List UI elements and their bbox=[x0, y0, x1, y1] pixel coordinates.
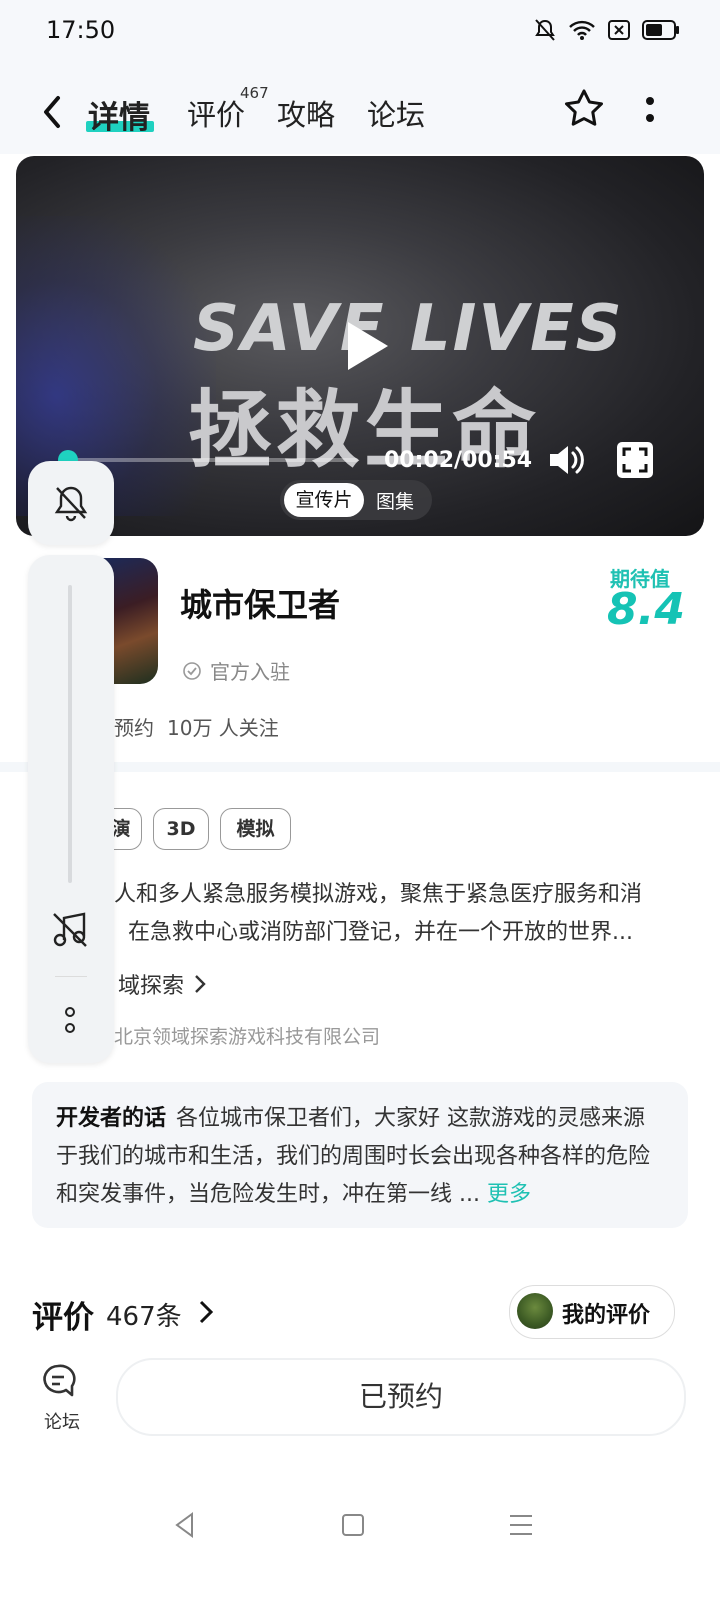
back-arrow-icon[interactable] bbox=[38, 92, 68, 132]
bell-off-icon[interactable] bbox=[52, 483, 90, 523]
developer-notes-title: 开发者的话 bbox=[56, 1106, 167, 1131]
side-panel-divider bbox=[55, 976, 87, 977]
reserved-stat: 预约 bbox=[114, 716, 154, 740]
nav-back-icon[interactable] bbox=[168, 1508, 202, 1542]
progress-track[interactable] bbox=[68, 458, 358, 462]
verified-icon bbox=[183, 661, 201, 680]
video-time: 00:02/00:54 bbox=[384, 448, 533, 473]
sim-off-icon bbox=[608, 20, 630, 40]
tab-reviews[interactable]: 评价 bbox=[187, 92, 245, 134]
floating-bell-panel[interactable] bbox=[28, 461, 114, 545]
more-dots-icon[interactable] bbox=[62, 1004, 78, 1036]
reviews-count-badge: 467 bbox=[240, 84, 269, 102]
official-label: 官方入驻 bbox=[210, 660, 290, 684]
developer-notes: 开发者的话 各位城市保卫者们，大家好 这款游戏的灵感来源于我们的城市和生活，我们的… bbox=[56, 1100, 656, 1214]
segment-trailer[interactable]: 宣传片 bbox=[284, 483, 364, 517]
expectation-score: 8.4 bbox=[607, 584, 685, 635]
star-icon[interactable] bbox=[562, 86, 606, 130]
avatar bbox=[517, 1293, 553, 1329]
volume-icon[interactable] bbox=[546, 442, 586, 478]
official-badge: 官方入驻 bbox=[182, 656, 290, 685]
status-icons bbox=[534, 18, 680, 42]
tag-3d[interactable]: 3D bbox=[153, 808, 209, 850]
wifi-icon bbox=[569, 20, 595, 40]
nav-menu-icon[interactable] bbox=[504, 1508, 538, 1542]
developer-name: 域探索 bbox=[118, 974, 185, 999]
more-link[interactable]: 更多 bbox=[487, 1182, 531, 1207]
game-description: 人和多人紧急服务模拟游戏，聚焦于紧急医疗服务和消 bbox=[114, 882, 643, 907]
tab-guides[interactable]: 攻略 bbox=[277, 92, 335, 134]
forum-icon[interactable] bbox=[40, 1362, 82, 1402]
developer-link[interactable]: 域探索 bbox=[118, 968, 206, 1000]
reviews-count[interactable]: 467条 bbox=[106, 1296, 182, 1333]
more-vertical-icon[interactable] bbox=[642, 92, 658, 128]
video-title-en: SAVE LIVES bbox=[193, 292, 624, 366]
game-description-line2: 在急救中心或消防部门登记，并在一个开放的世界... bbox=[128, 920, 633, 945]
chevron-right-icon[interactable] bbox=[198, 1298, 216, 1326]
forum-label[interactable]: 论坛 bbox=[44, 1408, 80, 1434]
reviews-title: 评价 bbox=[32, 1300, 94, 1336]
nav-home-icon[interactable] bbox=[336, 1508, 370, 1542]
game-title: 城市保卫者 bbox=[180, 586, 341, 624]
video-player[interactable]: SAVE LIVES 拯救生命 00:02/00:54 宣传片 图集 bbox=[16, 156, 704, 536]
play-icon[interactable] bbox=[334, 316, 394, 376]
company-name: 北京领域探索游戏科技有限公司 bbox=[114, 1026, 381, 1048]
tag-simulation[interactable]: 模拟 bbox=[220, 808, 291, 850]
bell-off-status-icon bbox=[535, 19, 555, 41]
fullscreen-icon[interactable] bbox=[617, 442, 653, 478]
tab-details[interactable]: 详情 bbox=[88, 92, 150, 137]
music-off-icon[interactable] bbox=[50, 910, 90, 950]
status-time: 17:50 bbox=[46, 16, 116, 44]
side-panel-slider[interactable] bbox=[68, 585, 72, 883]
reserved-button[interactable]: 已预约 bbox=[116, 1358, 686, 1436]
my-review-label: 我的评价 bbox=[562, 1303, 651, 1328]
battery-icon bbox=[642, 20, 679, 40]
segment-gallery[interactable]: 图集 bbox=[376, 487, 414, 514]
follow-stat: 10万 人关注 bbox=[167, 716, 279, 740]
tab-forum[interactable]: 论坛 bbox=[367, 92, 425, 134]
chevron-right-icon bbox=[195, 975, 206, 993]
